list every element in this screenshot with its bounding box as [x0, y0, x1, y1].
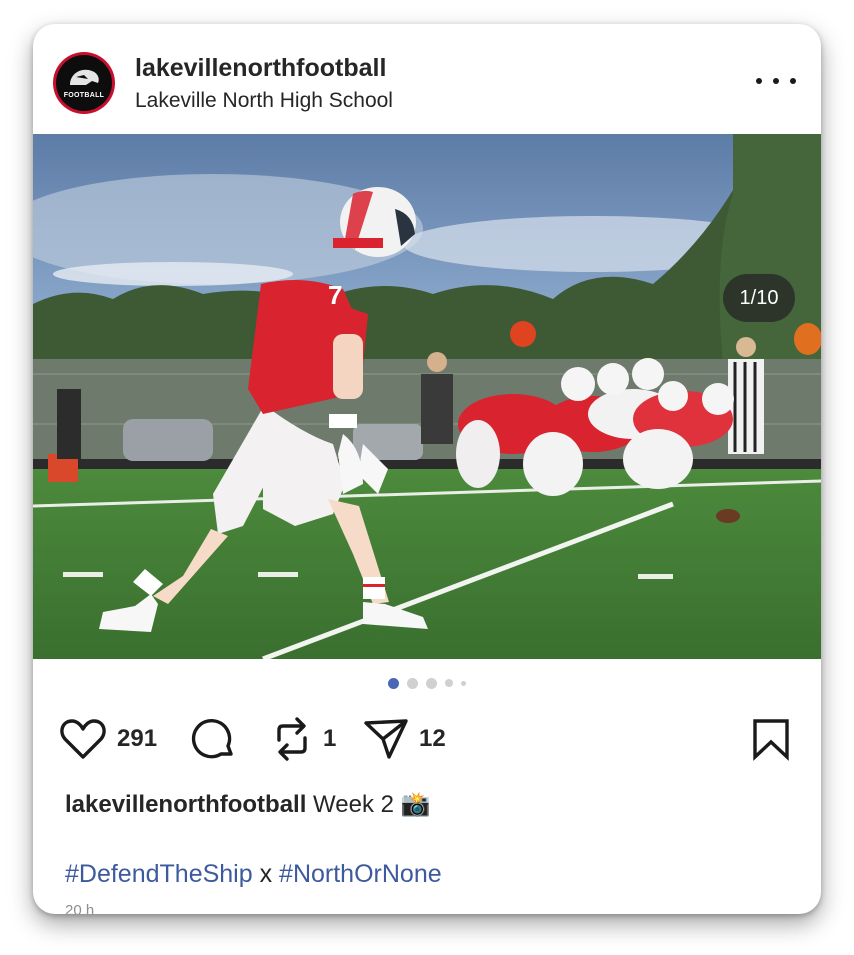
carousel-dot: [407, 677, 418, 689]
share-button[interactable]: 12: [363, 714, 446, 764]
post-username[interactable]: lakevillenorthfootball: [135, 54, 386, 83]
more-icon[interactable]: [756, 69, 796, 93]
post-card: FOOTBALL lakevillenorthfootball Lakevill…: [33, 24, 821, 914]
carousel-dot: [426, 677, 437, 689]
hashtag-separator: x: [259, 860, 273, 888]
bookmark-icon: [753, 719, 789, 761]
repost-button[interactable]: 1: [271, 714, 336, 764]
post-hashtags: #DefendTheShip x #NorthOrNone: [65, 860, 442, 889]
post-timestamp: 20 h: [65, 902, 95, 914]
hashtag-link[interactable]: #NorthOrNone: [279, 860, 442, 888]
share-count: 12: [419, 725, 446, 752]
caption-text: Week 2 📸: [313, 791, 431, 818]
image-counter: 1/10: [723, 274, 795, 322]
comment-button[interactable]: [191, 714, 237, 764]
post-photo[interactable]: 7 1/10: [33, 134, 821, 659]
carousel-dot: [388, 677, 399, 689]
avatar[interactable]: FOOTBALL: [53, 52, 115, 114]
action-bar: 291 1 12: [33, 714, 821, 764]
svg-text:7: 7: [328, 280, 342, 310]
post-header: FOOTBALL lakevillenorthfootball Lakevill…: [33, 24, 821, 134]
avatar-label: FOOTBALL: [63, 92, 105, 99]
carousel-dot: [445, 679, 453, 687]
share-icon: [364, 719, 408, 759]
post-location[interactable]: Lakeville North High School: [135, 89, 393, 113]
post-caption: lakevillenorthfootball Week 2 📸: [65, 790, 431, 819]
panther-logo-icon: FOOTBALL: [56, 55, 112, 111]
carousel-indicator: [33, 676, 821, 690]
repost-icon: [277, 717, 307, 761]
repost-count: 1: [323, 725, 337, 752]
heart-icon: [60, 719, 106, 759]
caption-username[interactable]: lakevillenorthfootball: [65, 791, 306, 818]
like-button[interactable]: 291: [59, 714, 157, 764]
comment-icon: [191, 718, 233, 759]
hashtag-link[interactable]: #DefendTheShip: [65, 860, 253, 888]
like-count: 291: [117, 725, 158, 752]
bookmark-button[interactable]: [751, 714, 791, 764]
carousel-dot: [461, 680, 466, 686]
